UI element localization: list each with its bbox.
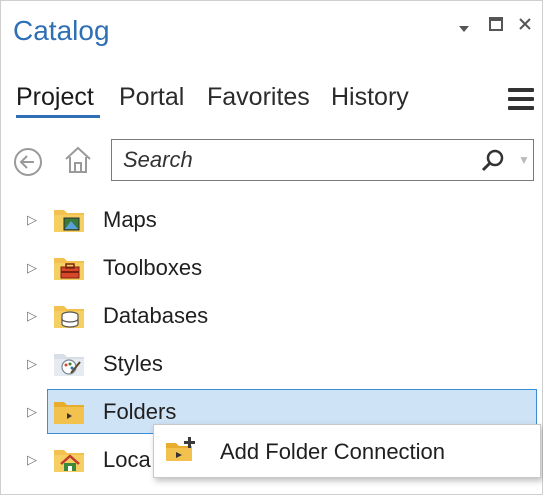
tree-item-label: Folders (103, 399, 177, 424)
maps-folder-icon (53, 205, 85, 233)
menu-icon[interactable] (508, 88, 534, 110)
styles-folder-icon (53, 349, 85, 377)
home-icon[interactable] (63, 144, 93, 176)
tree-item-label: Databases (103, 303, 209, 328)
tab-project[interactable]: Project (16, 83, 94, 112)
tab-favorites[interactable]: Favorites (207, 83, 310, 112)
maximize-icon[interactable] (488, 15, 504, 38)
search-input[interactable] (121, 146, 461, 174)
expand-triangle-icon[interactable]: ▷ (27, 308, 37, 324)
expand-triangle-icon[interactable]: ▷ (27, 452, 37, 468)
tab-history[interactable]: History (331, 83, 409, 112)
database-folder-icon (53, 301, 85, 329)
tree-item-label: Styles (103, 351, 163, 376)
tree-item-label: Toolboxes (103, 255, 203, 280)
tree-item-styles[interactable]: ▷ Styles (1, 341, 543, 387)
pane-title: Catalog (13, 15, 110, 46)
chevron-down-icon[interactable]: ▼ (518, 153, 530, 167)
tree-item-maps[interactable]: ▷ Maps (1, 197, 543, 243)
locators-folder-icon (53, 445, 85, 473)
add-folder-icon (164, 435, 198, 463)
back-arrow-icon[interactable] (12, 146, 44, 178)
active-tab-indicator (16, 115, 100, 118)
catalog-pane: Catalog Project Portal Favorites History (0, 0, 543, 495)
expand-triangle-icon[interactable]: ▷ (27, 212, 37, 228)
search-box: ▼ (111, 139, 534, 181)
close-icon[interactable] (517, 15, 533, 38)
expand-triangle-icon[interactable]: ▷ (27, 260, 37, 276)
tree-item-label: Loca (103, 447, 151, 472)
folders-folder-icon (53, 397, 85, 425)
context-menu: Add Folder Connection (153, 424, 541, 478)
add-folder-connection-menu-item[interactable]: Add Folder Connection (154, 425, 540, 477)
catalog-tabs: Project Portal Favorites History (1, 79, 543, 123)
navigation-bar: ▼ (1, 136, 543, 186)
expand-triangle-icon[interactable]: ▷ (27, 404, 37, 420)
toolbox-folder-icon (53, 253, 85, 281)
tree-item-label: Maps (103, 207, 157, 232)
search-icon[interactable] (480, 148, 506, 174)
tab-portal[interactable]: Portal (119, 83, 184, 112)
expand-triangle-icon[interactable]: ▷ (27, 356, 37, 372)
menu-item-label: Add Folder Connection (220, 439, 446, 464)
chevron-down-icon[interactable] (457, 17, 471, 40)
pane-titlebar: Catalog (1, 1, 543, 65)
tree-item-toolboxes[interactable]: ▷ Toolboxes (1, 245, 543, 291)
tree-item-databases[interactable]: ▷ Databases (1, 293, 543, 339)
